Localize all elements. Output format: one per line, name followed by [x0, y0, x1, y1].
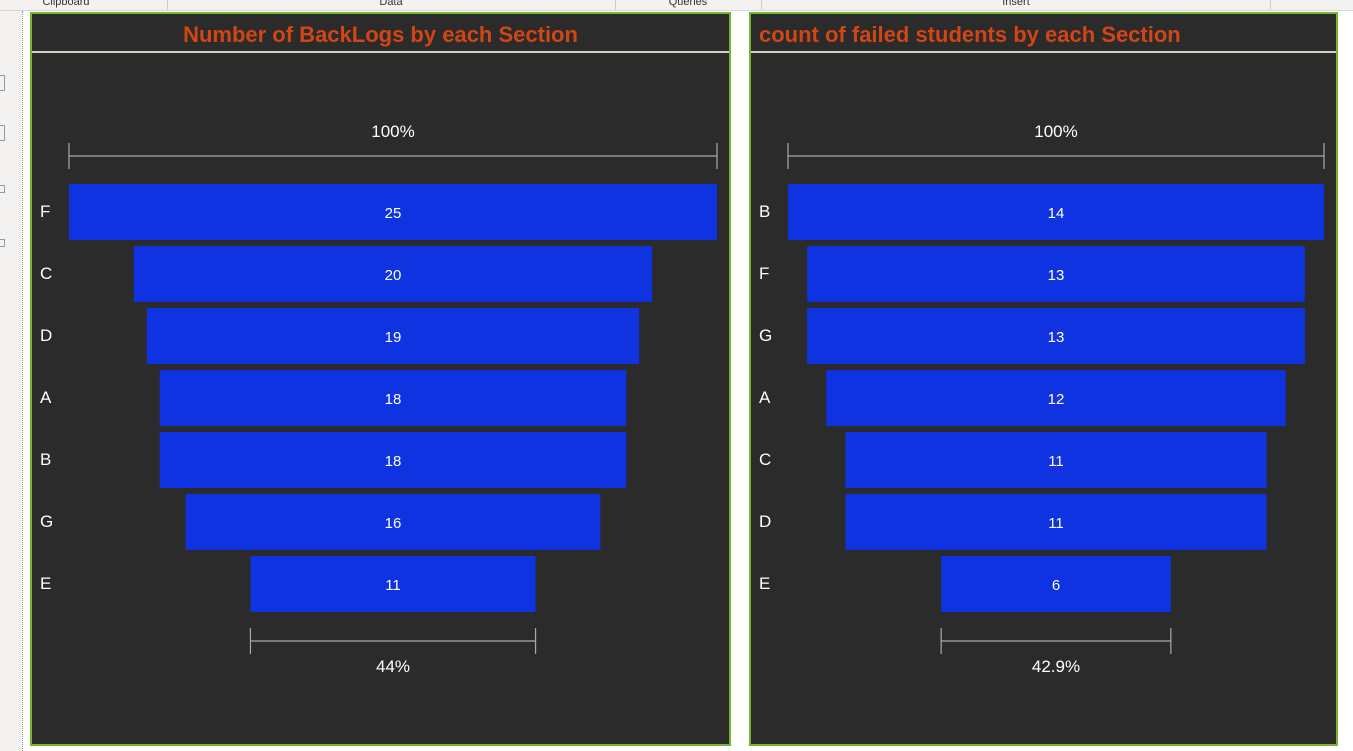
top-percent-label: 100% [1034, 122, 1077, 141]
category-label: E [40, 574, 51, 593]
data-label: 19 [385, 329, 402, 346]
category-label: B [40, 450, 51, 469]
data-label: 20 [385, 267, 402, 284]
ribbon-group-data[interactable]: Data [379, 0, 402, 8]
category-label: C [40, 264, 52, 283]
data-label: 12 [1048, 391, 1065, 408]
data-label: 18 [385, 453, 402, 470]
funnel-chart: 25 F 20 C 19 D 18 A 18 B 16 G 11 E 100% 44% [40, 122, 718, 676]
data-label: 11 [385, 577, 401, 594]
bottom-percent-bracket [940, 628, 1172, 654]
category-label: F [40, 202, 50, 221]
data-label: 13 [1048, 329, 1065, 346]
ribbon-group-queries[interactable]: Queries [669, 0, 708, 8]
funnel-visual-backlogs[interactable]: Number of BackLogs by each Section 25 F 20… [30, 12, 731, 746]
ribbon-group-insert[interactable]: Insert [1002, 0, 1030, 8]
category-label: E [759, 574, 770, 593]
ribbon-group-clipboard[interactable]: Clipboard [42, 0, 89, 8]
category-label: A [40, 388, 52, 407]
bottom-percent-label: 42.9% [1032, 657, 1080, 676]
category-label: F [759, 264, 769, 283]
category-label: G [759, 326, 772, 345]
top-percent-bracket [68, 143, 718, 169]
category-label: G [40, 512, 53, 531]
ribbon-separator [761, 0, 762, 10]
report-view-icon[interactable] [0, 75, 5, 91]
top-percent-label: 100% [371, 122, 414, 141]
data-label: 11 [1048, 453, 1064, 470]
data-label: 16 [385, 515, 402, 532]
bottom-percent-label: 44% [376, 657, 410, 676]
data-label: 6 [1052, 577, 1060, 594]
model-view-icon[interactable] [0, 185, 5, 193]
table-view-icon[interactable] [0, 125, 5, 141]
data-label: 13 [1048, 267, 1065, 284]
ribbon: Clipboard Data Queries Insert [0, 0, 1353, 11]
category-label: D [40, 326, 52, 345]
data-label: 25 [385, 205, 402, 222]
category-label: B [759, 202, 770, 221]
bottom-percent-bracket [249, 628, 537, 654]
top-percent-bracket [787, 143, 1325, 169]
funnel-chart: 14 B 13 F 13 G 12 A 11 C 11 D 6 E 100% 42.9% [759, 122, 1325, 676]
data-label: 18 [385, 391, 402, 408]
category-label: C [759, 450, 771, 469]
category-label: A [759, 388, 771, 407]
view-switcher-bar [0, 11, 22, 751]
data-label: 14 [1048, 205, 1065, 222]
dax-query-view-icon[interactable] [0, 239, 5, 247]
ribbon-separator [1270, 0, 1271, 10]
funnel-visual-failed-students[interactable]: count of failed students by each Section… [749, 12, 1338, 746]
data-label: 11 [1048, 515, 1064, 532]
ribbon-separator [167, 0, 168, 10]
ribbon-separator [615, 0, 616, 10]
category-label: D [759, 512, 771, 531]
